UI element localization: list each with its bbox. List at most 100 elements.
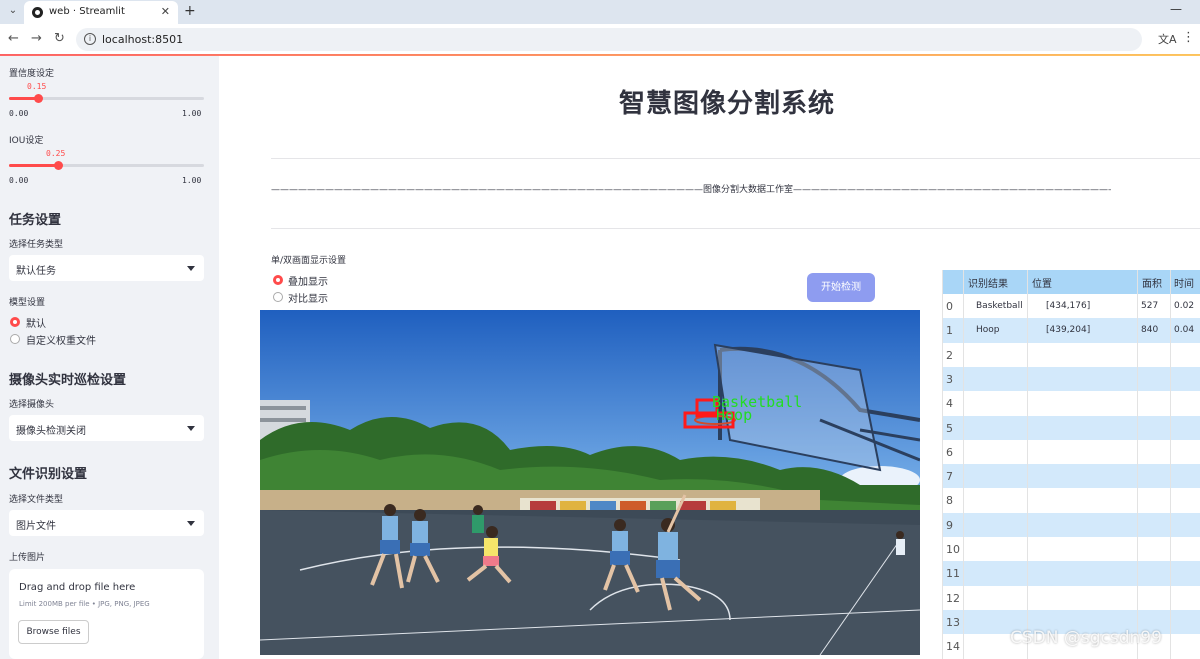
chevron-down-icon — [187, 426, 195, 431]
col-header-position: 位置 — [1032, 279, 1052, 290]
back-arrow-icon[interactable]: ← — [8, 31, 19, 46]
row-index: 9 — [946, 518, 953, 532]
row-index: 5 — [946, 421, 953, 435]
confidence-value: 0.15 — [27, 82, 47, 91]
row-index: 13 — [946, 615, 960, 629]
display-option-overlay[interactable]: 叠加显示 — [288, 273, 328, 288]
iou-slider[interactable] — [9, 161, 204, 170]
iou-slider-fill — [9, 164, 58, 167]
reload-icon[interactable]: ↻ — [54, 31, 65, 46]
browser-tab-bar: ⌄ web · Streamlit ✕ + — — [0, 0, 1200, 24]
model-option-default[interactable]: 默认 — [26, 315, 46, 330]
iou-value: 0.25 — [46, 149, 66, 158]
confidence-min: 0.00 — [9, 109, 29, 118]
table-row[interactable]: 9 — [943, 512, 1200, 537]
row-index: 6 — [946, 445, 953, 459]
col-header-result: 识别结果 — [968, 279, 1008, 290]
main-content: 智慧图像分割系统 ———————————————————————————————… — [219, 56, 1200, 659]
browse-files-button[interactable]: Browse files — [18, 620, 89, 644]
cell-area: 527 — [1141, 301, 1159, 311]
col-header-area: 面积 — [1142, 279, 1162, 290]
table-row[interactable]: 12 — [943, 586, 1200, 610]
confidence-slider-thumb[interactable] — [34, 94, 44, 103]
address-bar: ← → ↻ i localhost:8501 文A ⋮ — [0, 24, 1200, 55]
file-type-select[interactable]: 图片文件 — [9, 510, 204, 536]
table-row[interactable]: 4 — [943, 391, 1200, 415]
column-divider — [1170, 270, 1171, 659]
column-divider — [1137, 270, 1138, 659]
model-radio-custom[interactable] — [10, 334, 20, 344]
table-row[interactable]: 1 Hoop [439,204] 840 0.04 — [943, 318, 1200, 343]
iou-label: IOU设定 — [9, 136, 44, 146]
camera-select-label: 选择摄像头 — [9, 400, 55, 410]
tab-title: web · Streamlit — [49, 6, 125, 17]
studio-banner: ————————————————————————————————————————… — [271, 185, 1111, 195]
table-row[interactable]: 3 — [943, 366, 1200, 392]
detection-image: Basketball Hoop — [260, 310, 920, 655]
drag-drop-text: Drag and drop file here — [19, 582, 136, 593]
table-row[interactable]: 7 — [943, 464, 1200, 489]
results-table[interactable]: 识别结果 位置 面积 时间 0 Basketball [434,176] 527 0.0… — [942, 270, 1200, 659]
row-index: 7 — [946, 470, 953, 484]
model-settings-label: 模型设置 — [9, 298, 46, 308]
start-detection-button[interactable]: 开始检测 — [807, 273, 875, 302]
site-info-icon[interactable]: i — [84, 33, 96, 45]
chevron-down-icon — [187, 266, 195, 271]
display-radio-compare[interactable] — [273, 292, 283, 302]
table-row[interactable]: 2 — [943, 343, 1200, 367]
display-mode-label: 单/双画面显示设置 — [271, 256, 347, 266]
tab-close-icon[interactable]: ✕ — [161, 5, 170, 18]
table-row[interactable]: 8 — [943, 488, 1200, 512]
row-index: 14 — [946, 640, 960, 654]
table-row[interactable]: 0 Basketball [434,176] 527 0.02 — [943, 294, 1200, 318]
column-divider — [963, 270, 964, 659]
camera-select[interactable]: 摄像头检测关闭 — [9, 415, 204, 441]
confidence-max: 1.00 — [182, 109, 202, 118]
display-radio-overlay[interactable] — [273, 275, 283, 285]
task-type-select[interactable]: 默认任务 — [9, 255, 204, 281]
table-row[interactable]: 6 — [943, 440, 1200, 464]
table-row[interactable]: 10 — [943, 537, 1200, 561]
forward-arrow-icon[interactable]: → — [31, 31, 42, 46]
streamlit-favicon-icon — [32, 7, 43, 18]
row-index: 10 — [946, 543, 960, 556]
upload-label: 上传图片 — [9, 553, 46, 563]
camera-settings-header: 摄像头实时巡检设置 — [9, 373, 127, 388]
new-tab-plus-icon[interactable]: + — [184, 3, 196, 19]
browser-menu-icon[interactable]: ⋮ — [1182, 30, 1195, 45]
display-option-compare[interactable]: 对比显示 — [288, 290, 328, 305]
url-field[interactable]: i localhost:8501 — [76, 28, 1142, 51]
table-row[interactable]: 5 — [943, 415, 1200, 440]
row-index: 8 — [946, 494, 953, 508]
file-uploader-dropzone[interactable]: Drag and drop file here Limit 200MB per … — [9, 569, 204, 659]
iou-min: 0.00 — [9, 176, 29, 185]
translate-icon[interactable]: 文A — [1158, 31, 1177, 47]
row-index: 0 — [946, 300, 953, 313]
chevron-down-icon — [187, 521, 195, 526]
task-type-label: 选择任务类型 — [9, 240, 64, 250]
iou-slider-thumb[interactable] — [53, 161, 63, 170]
cell-position: [434,176] — [1046, 301, 1091, 311]
task-settings-header: 任务设置 — [9, 213, 62, 228]
model-option-custom[interactable]: 自定义权重文件 — [26, 332, 96, 347]
column-divider — [1027, 270, 1028, 659]
cell-result: Basketball — [976, 301, 1023, 311]
camera-select-value: 摄像头检测关闭 — [16, 426, 86, 437]
window-minimize-icon[interactable]: — — [1170, 2, 1182, 16]
table-row[interactable]: 11 — [943, 561, 1200, 586]
row-index: 3 — [946, 372, 953, 386]
page-title: 智慧图像分割系统 — [619, 89, 836, 119]
confidence-slider[interactable] — [9, 94, 204, 103]
model-radio-default[interactable] — [10, 317, 20, 327]
cell-result: Hoop — [976, 325, 1000, 336]
confidence-label: 置信度设定 — [9, 69, 55, 79]
cell-area: 840 — [1141, 325, 1159, 336]
divider — [271, 228, 1200, 229]
browser-tab[interactable]: web · Streamlit ✕ — [24, 1, 178, 24]
file-settings-header: 文件识别设置 — [9, 467, 88, 482]
tab-search-chevron-icon[interactable]: ⌄ — [6, 4, 20, 18]
row-index: 1 — [946, 324, 953, 338]
file-type-label: 选择文件类型 — [9, 495, 64, 505]
sidebar: 置信度设定 0.15 0.00 1.00 IOU设定 0.25 0.00 1.0… — [0, 56, 219, 659]
upload-limit-text: Limit 200MB per file • JPG, PNG, JPEG — [19, 600, 150, 608]
